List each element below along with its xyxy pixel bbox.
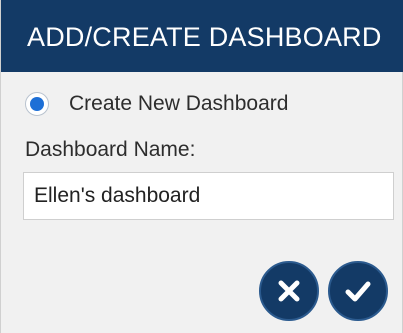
close-icon [278,280,300,302]
confirm-button[interactable] [328,261,388,321]
create-new-dashboard-option[interactable]: Create New Dashboard [25,90,288,118]
dialog-titlebar: ADD/CREATE DASHBOARD [1,0,403,72]
create-new-dashboard-radio[interactable] [25,92,49,116]
create-new-dashboard-label: Create New Dashboard [69,92,289,115]
dashboard-name-label: Dashboard Name: [25,138,196,161]
dialog-title: ADD/CREATE DASHBOARD [27,22,382,52]
cancel-button[interactable] [259,261,319,321]
checkmark-icon [345,281,371,302]
add-create-dashboard-dialog: ADD/CREATE DASHBOARD Create New Dashboar… [0,0,403,333]
dashboard-name-input[interactable] [23,172,394,220]
